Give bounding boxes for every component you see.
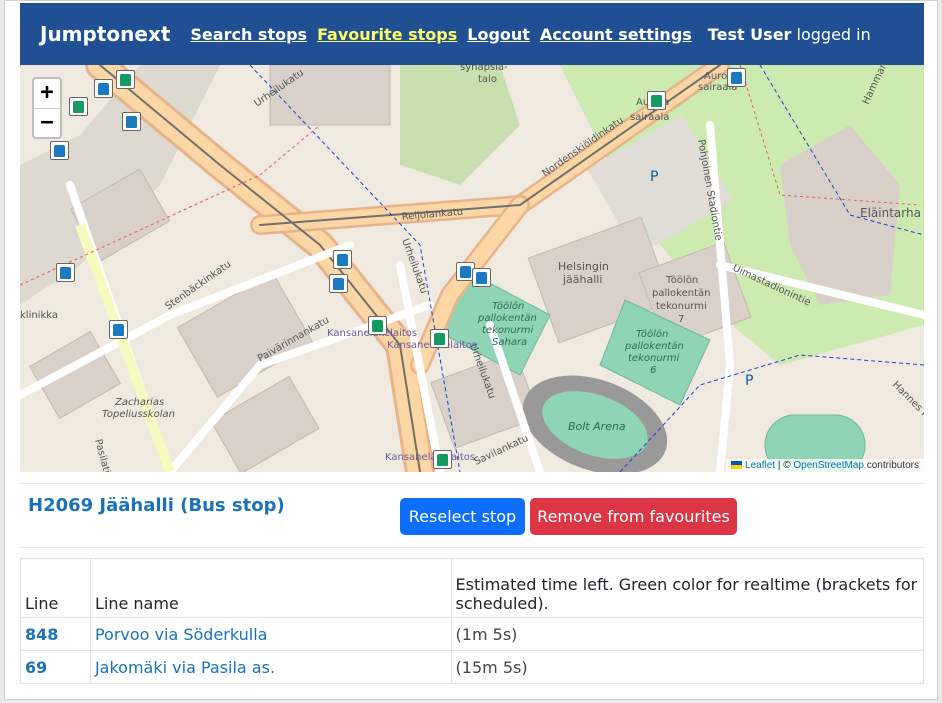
- header-line-name: Line name: [89, 558, 452, 618]
- zoom-control: + −: [32, 77, 62, 139]
- page: Jumptonext Search stops Favourite stops …: [4, 0, 938, 700]
- svg-text:tekonurmi: tekonurmi: [628, 353, 680, 364]
- svg-text:sairaala: sairaala: [630, 112, 669, 123]
- svg-text:talo: talo: [478, 74, 497, 85]
- svg-text:pallokentän: pallokentän: [624, 341, 684, 352]
- line-name[interactable]: Jakomäki via Pasila as.: [89, 650, 452, 684]
- svg-text:tekonurmi: tekonurmi: [656, 301, 707, 312]
- attribution-separator: | ©: [777, 460, 791, 471]
- svg-text:7: 7: [678, 314, 684, 325]
- line-name[interactable]: Porvoo via Söderkulla: [89, 617, 452, 651]
- svg-text:Bolt Arena: Bolt Arena: [568, 420, 626, 433]
- map[interactable]: synapsia- talo Urheilukatu Nordenskiöldi…: [20, 65, 924, 472]
- svg-text:Helsingin: Helsingin: [558, 260, 609, 273]
- tram-stop-icon[interactable]: [69, 97, 88, 116]
- table-row: 848 Porvoo via Söderkulla (1m 5s): [20, 617, 925, 651]
- estimated-time: (15m 5s): [450, 650, 925, 684]
- navbar: Jumptonext Search stops Favourite stops …: [20, 3, 924, 65]
- zoom-out-button[interactable]: −: [34, 108, 60, 137]
- nav-account-settings[interactable]: Account settings: [540, 25, 692, 44]
- svg-text:jäähalli: jäähalli: [562, 273, 602, 286]
- bus-stop-icon[interactable]: [472, 268, 491, 287]
- svg-text:pallokentän: pallokentän: [652, 288, 710, 299]
- remove-favourite-button[interactable]: Remove from favourites: [530, 498, 737, 535]
- stop-title: H2069 Jäähalli (Bus stop): [28, 495, 285, 516]
- map-attribution: Leaflet | © OpenStreetMap contributors: [726, 459, 924, 472]
- brand[interactable]: Jumptonext: [40, 22, 170, 46]
- divider: [20, 483, 924, 484]
- bus-stop-icon[interactable]: [333, 250, 352, 269]
- reselect-stop-button[interactable]: Reselect stop: [400, 498, 525, 535]
- svg-text:Töölön: Töölön: [665, 275, 698, 286]
- bus-stop-icon[interactable]: [56, 263, 75, 282]
- divider: [20, 547, 924, 548]
- svg-text:synapsia-: synapsia-: [460, 65, 508, 73]
- bus-stop-icon[interactable]: [727, 68, 746, 87]
- svg-text:Töölön: Töölön: [492, 301, 524, 312]
- nav-favourite-stops[interactable]: Favourite stops: [317, 25, 457, 44]
- svg-text:P: P: [650, 169, 658, 185]
- tram-stop-icon[interactable]: [433, 450, 452, 469]
- attribution-suffix: contributors: [866, 460, 919, 471]
- svg-text:pallokentän: pallokentän: [477, 313, 537, 324]
- ukraine-flag-icon: [731, 461, 743, 469]
- zoom-in-button[interactable]: +: [34, 79, 60, 108]
- tram-stop-icon[interactable]: [116, 70, 135, 89]
- header-line: Line: [20, 558, 91, 618]
- leaflet-link[interactable]: Leaflet: [745, 460, 775, 471]
- estimated-time: (1m 5s): [450, 617, 925, 651]
- tram-stop-icon[interactable]: [647, 91, 666, 110]
- departures-table: Line Line name Estimated time left. Gree…: [20, 558, 925, 684]
- svg-text:P: P: [745, 373, 753, 389]
- logged-in-suffix: logged in: [796, 24, 871, 44]
- bus-stop-icon[interactable]: [109, 320, 128, 339]
- svg-text:klinikka: klinikka: [20, 310, 58, 321]
- svg-text:Topeliusskolan: Topeliusskolan: [102, 409, 175, 420]
- table-header-row: Line Line name Estimated time left. Gree…: [20, 558, 925, 618]
- tram-stop-icon[interactable]: [368, 316, 387, 335]
- user-name: Test User: [707, 24, 792, 44]
- bus-stop-icon[interactable]: [329, 274, 348, 293]
- svg-text:Eläintarha: Eläintarha: [860, 206, 921, 220]
- svg-text:Kansaneläkelaitos: Kansaneläkelaitos: [385, 452, 475, 463]
- tram-stop-icon[interactable]: [430, 329, 449, 348]
- table-row: 69 Jakomäki via Pasila as. (15m 5s): [20, 650, 925, 684]
- svg-text:Töölön: Töölön: [636, 329, 668, 340]
- line-number[interactable]: 69: [20, 650, 91, 684]
- svg-text:Zacharias: Zacharias: [114, 397, 164, 408]
- logged-in-status: Test User logged in: [708, 25, 871, 44]
- svg-text:tekonurmi: tekonurmi: [482, 325, 534, 336]
- header-estimated-time: Estimated time left. Green color for rea…: [450, 558, 925, 618]
- bus-stop-icon[interactable]: [122, 112, 141, 131]
- svg-text:Sahara: Sahara: [492, 337, 527, 348]
- nav-search-stops[interactable]: Search stops: [190, 25, 307, 44]
- svg-text:6: 6: [650, 365, 656, 376]
- line-number[interactable]: 848: [20, 617, 91, 651]
- bus-stop-icon[interactable]: [94, 79, 113, 98]
- osm-link[interactable]: OpenStreetMap: [793, 460, 864, 471]
- nav-logout[interactable]: Logout: [467, 25, 530, 44]
- bus-stop-icon[interactable]: [50, 141, 69, 160]
